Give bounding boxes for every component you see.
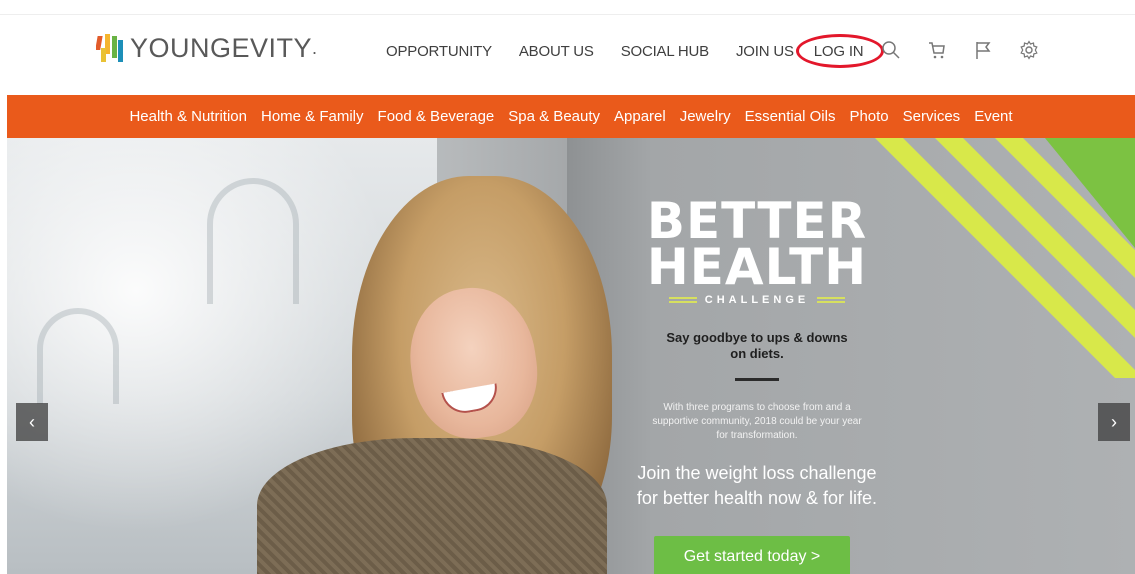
category-food-beverage[interactable]: Food & Beverage <box>378 108 495 125</box>
brand-logo[interactable]: YOUNGEVITY . <box>96 33 318 64</box>
promo-subtitle: CHALLENGE <box>704 294 810 306</box>
description-line2: supportive community, 2018 could be your… <box>652 416 862 427</box>
category-essential-oils[interactable]: Essential Oils <box>745 108 836 125</box>
category-apparel[interactable]: Apparel <box>614 108 666 125</box>
nav-log-in[interactable]: LOG IN <box>795 34 884 68</box>
brand-name: YOUNGEVITY <box>130 33 313 63</box>
category-home-family[interactable]: Home & Family <box>261 108 364 125</box>
background-arch <box>207 178 299 304</box>
tagline-line2: on diets. <box>730 346 784 361</box>
description-line1: With three programs to choose from and a <box>663 402 851 413</box>
category-services[interactable]: Services <box>903 108 961 125</box>
category-bar: Health & Nutrition Home & Family Food & … <box>7 95 1135 138</box>
join-line1: Join the weight loss challenge <box>637 463 877 483</box>
main-nav: OPPORTUNITY ABOUT US SOCIAL HUB JOIN US … <box>386 34 884 68</box>
login-highlight-circle <box>795 34 884 68</box>
nav-social-hub[interactable]: SOCIAL HUB <box>621 43 710 60</box>
gear-icon[interactable] <box>1016 37 1042 63</box>
category-event[interactable]: Event <box>974 108 1012 125</box>
hero-person-sweater <box>257 438 607 574</box>
promo-tagline: Say goodbye to ups & downs on diets. <box>617 330 897 362</box>
site-header: YOUNGEVITY . OPPORTUNITY ABOUT US SOCIAL… <box>0 15 1135 93</box>
carousel-next-button[interactable]: › <box>1098 403 1130 441</box>
subtitle-bar-right <box>817 297 846 303</box>
category-photo[interactable]: Photo <box>849 108 888 125</box>
nav-join-us[interactable]: JOIN US <box>736 43 794 60</box>
hero-banner[interactable]: ‹ › BETTER HEALTH CHALLENGE Say goodbye … <box>7 138 1135 574</box>
hero-promo: BETTER HEALTH CHALLENGE Say goodbye to u… <box>617 196 897 511</box>
nav-opportunity[interactable]: OPPORTUNITY <box>386 43 492 60</box>
promo-join-text: Join the weight loss challenge for bette… <box>617 461 897 511</box>
search-icon[interactable] <box>878 37 904 63</box>
promo-title-line2: HEALTH <box>646 238 868 296</box>
category-jewelry[interactable]: Jewelry <box>680 108 731 125</box>
decorative-stripes <box>875 138 1135 378</box>
subtitle-bar-left <box>668 297 697 303</box>
cart-icon[interactable] <box>924 37 950 63</box>
nav-about-us[interactable]: ABOUT US <box>519 43 594 60</box>
promo-description: With three programs to choose from and a… <box>617 401 897 443</box>
header-icons <box>878 37 1062 63</box>
carousel-prev-button[interactable]: ‹ <box>16 403 48 441</box>
brand-mark: . <box>312 38 318 58</box>
tagline-line1: Say goodbye to ups & downs <box>666 330 848 345</box>
category-spa-beauty[interactable]: Spa & Beauty <box>508 108 600 125</box>
background-arch <box>37 308 119 404</box>
description-line3: for transformation. <box>716 430 798 441</box>
get-started-button[interactable]: Get started today > <box>654 536 850 574</box>
flag-icon[interactable] <box>970 37 996 63</box>
youngevity-logo-icon <box>96 33 123 62</box>
join-line2: for better health now & for life. <box>636 488 878 508</box>
category-health-nutrition[interactable]: Health & Nutrition <box>129 108 247 125</box>
promo-divider <box>735 378 779 381</box>
